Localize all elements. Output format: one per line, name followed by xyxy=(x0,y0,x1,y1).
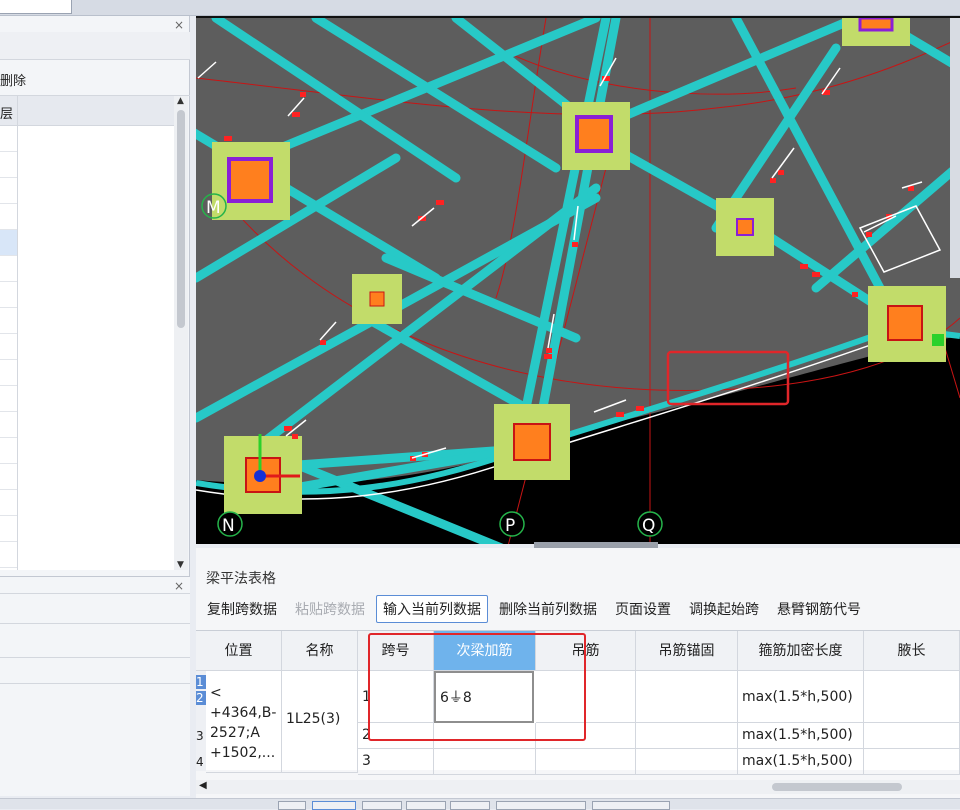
list-item[interactable] xyxy=(0,542,17,568)
divider xyxy=(0,683,190,684)
list-item[interactable] xyxy=(0,282,17,308)
list-header-blank xyxy=(18,96,174,126)
list-item[interactable] xyxy=(0,464,17,490)
slab-area xyxy=(196,18,960,484)
swap-start-span-button[interactable]: 调换起始跨 xyxy=(682,595,766,623)
list-item[interactable] xyxy=(0,334,17,360)
haunch-cell[interactable] xyxy=(864,749,960,775)
layer-column: 层 xyxy=(0,96,18,570)
axis-label-p: P xyxy=(505,516,515,536)
col-header-stirrup-length[interactable]: 箍筋加密长度 xyxy=(738,631,864,671)
top-tab-bar xyxy=(0,0,960,16)
hanger-anchor-cell[interactable] xyxy=(636,749,738,775)
scroll-left-icon[interactable]: ◀ xyxy=(199,780,207,791)
list-item[interactable] xyxy=(0,152,17,178)
position-cell[interactable]: < +4364,B- 2527;A +1502,... xyxy=(206,671,282,773)
axis-label-q: Q xyxy=(642,516,655,536)
top-tab-stub[interactable] xyxy=(0,0,72,14)
scroll-thumb[interactable] xyxy=(177,110,185,328)
col-header-position[interactable]: 位置 xyxy=(196,631,282,671)
delete-label: 删除 xyxy=(0,74,27,89)
stirrup-length-cell[interactable]: max(1.5*h,500) xyxy=(738,723,864,749)
status-bar xyxy=(0,798,960,810)
scroll-down-icon[interactable]: ▼ xyxy=(177,560,184,570)
list-item[interactable] xyxy=(0,204,17,230)
span-cell[interactable]: 3 xyxy=(358,749,434,775)
list-item[interactable] xyxy=(0,516,17,542)
scroll-up-icon[interactable]: ▲ xyxy=(177,96,184,106)
beam-table: 位置 名称 跨号 次梁加筋 吊筋 吊筋锚固 箍筋加密长度 腋长 1 2 3 4 … xyxy=(196,630,960,775)
list-item[interactable] xyxy=(0,126,17,152)
table-toolbar: 复制跨数据 粘贴跨数据 输入当前列数据 删除当前列数据 页面设置 调换起始跨 悬… xyxy=(200,594,872,624)
hanger-rebar-cell[interactable] xyxy=(536,749,636,775)
row-index[interactable]: 4 xyxy=(196,755,206,769)
stirrup-length-cell[interactable]: max(1.5*h,500) xyxy=(738,749,864,775)
table-horizontal-scrollbar[interactable]: ◀ xyxy=(196,780,960,794)
drawing-canvas[interactable]: M N P Q xyxy=(196,16,960,544)
list-item[interactable] xyxy=(0,178,17,204)
list-item[interactable] xyxy=(0,412,17,438)
left-panel: × 删除 层 ▲ ▼ × xyxy=(0,16,190,796)
hanger-anchor-cell[interactable] xyxy=(636,671,738,723)
list-item[interactable] xyxy=(0,438,17,464)
scroll-thumb[interactable] xyxy=(772,783,902,791)
left-scrollbar[interactable]: ▲ ▼ xyxy=(174,96,188,570)
delete-button[interactable]: 删除 xyxy=(0,60,190,96)
row-index[interactable]: 2 xyxy=(196,691,206,705)
cad-drawing[interactable]: M N P Q xyxy=(196,18,960,544)
cantilever-code-button[interactable]: 悬臂钢筋代号 xyxy=(770,595,868,623)
haunch-cell[interactable] xyxy=(864,671,960,723)
canvas-side-toolbar[interactable] xyxy=(950,18,960,278)
close-icon[interactable]: × xyxy=(174,579,184,593)
axis-label-m: M xyxy=(206,198,221,218)
row-index[interactable]: 1 xyxy=(196,675,206,689)
left-lower-panel: × xyxy=(0,576,190,796)
copy-span-button[interactable]: 复制跨数据 xyxy=(200,595,284,623)
name-cell[interactable]: 1L25(3) xyxy=(282,671,358,773)
divider xyxy=(0,593,190,594)
secondary-rebar-cell[interactable] xyxy=(434,749,536,775)
panel-title: 梁平法表格 xyxy=(206,571,276,587)
row-index[interactable]: 3 xyxy=(196,729,206,743)
left-panel-header xyxy=(0,32,190,60)
divider xyxy=(0,657,190,658)
input-column-button[interactable]: 输入当前列数据 xyxy=(376,595,488,623)
list-item[interactable] xyxy=(0,490,17,516)
list-item-selected[interactable] xyxy=(0,230,17,256)
col-header-haunch[interactable]: 腋长 xyxy=(864,631,960,671)
list-item[interactable] xyxy=(0,386,17,412)
list-item[interactable] xyxy=(0,308,17,334)
list-item[interactable] xyxy=(0,360,17,386)
highlight-box xyxy=(368,633,586,741)
layer-column-header: 层 xyxy=(0,96,17,126)
haunch-cell[interactable] xyxy=(864,723,960,749)
row-index-column: 1 2 3 4 xyxy=(196,671,206,771)
stirrup-length-cell[interactable]: max(1.5*h,500) xyxy=(738,671,864,723)
divider xyxy=(0,623,190,624)
list-item[interactable] xyxy=(0,256,17,282)
paste-span-button[interactable]: 粘贴跨数据 xyxy=(288,595,372,623)
hanger-anchor-cell[interactable] xyxy=(636,723,738,749)
page-settings-button[interactable]: 页面设置 xyxy=(608,595,678,623)
close-icon[interactable]: × xyxy=(174,18,184,32)
beam-table-panel: 梁平法表格 复制跨数据 粘贴跨数据 输入当前列数据 删除当前列数据 页面设置 调… xyxy=(196,548,960,798)
delete-column-button[interactable]: 删除当前列数据 xyxy=(492,595,604,623)
col-header-name[interactable]: 名称 xyxy=(282,631,358,671)
col-header-hanger-anchor[interactable]: 吊筋锚固 xyxy=(636,631,738,671)
layer-list: 层 xyxy=(0,96,174,570)
axis-label-n: N xyxy=(222,516,235,536)
